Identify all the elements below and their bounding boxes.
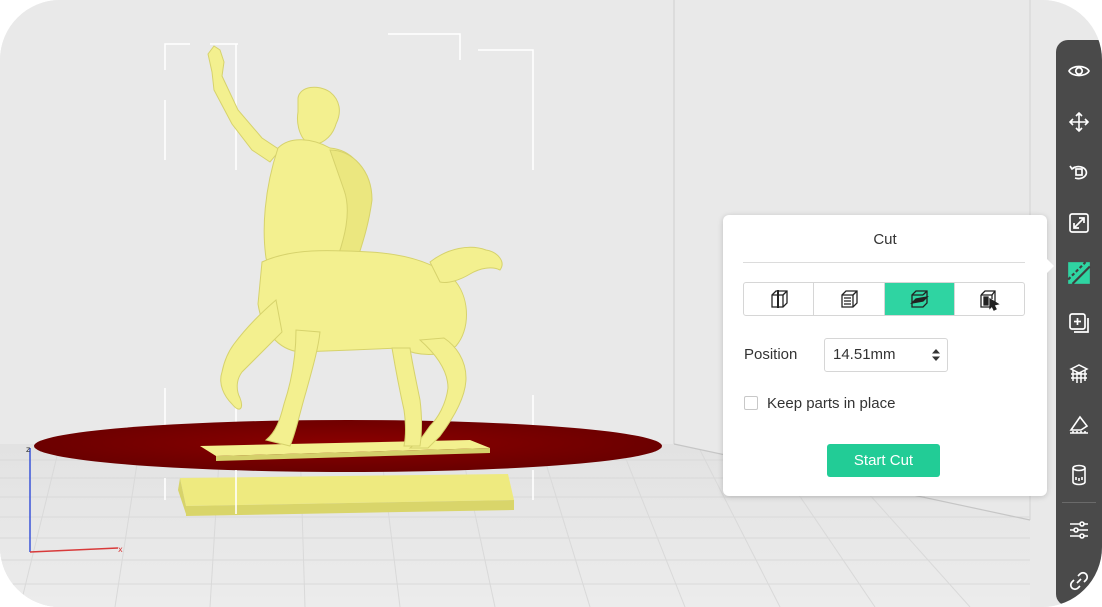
settings-button[interactable]	[1056, 505, 1102, 555]
move-icon	[1068, 111, 1090, 132]
cylinder-icon	[1072, 464, 1086, 486]
app-window: z x Cut Position 14.51mm Keep parts in p…	[0, 0, 1102, 607]
cut-button[interactable]	[1056, 248, 1102, 298]
cut-mode-horizontal-button[interactable]	[814, 283, 885, 315]
panel-title: Cut	[873, 231, 897, 248]
keep-parts-checkbox[interactable]	[744, 396, 758, 410]
scale-button[interactable]	[1056, 197, 1102, 247]
cut-plane-pointer-icon	[980, 290, 1001, 311]
rotate-icon	[1069, 165, 1088, 180]
rotate-button[interactable]	[1056, 147, 1102, 197]
position-label: Position	[744, 346, 798, 363]
cut-mode-pointer-button[interactable]	[955, 283, 1024, 315]
link-button[interactable]	[1056, 556, 1102, 606]
scale-icon	[1069, 212, 1089, 233]
move-button[interactable]	[1056, 96, 1102, 146]
supports-button[interactable]	[1056, 349, 1102, 399]
model-base	[178, 474, 514, 516]
cut-plane-vertical-icon	[770, 290, 788, 308]
start-cut-button[interactable]: Start Cut	[827, 444, 940, 477]
cut-panel: Cut Position 14.51mm Keep parts in place	[723, 215, 1054, 496]
supports-icon	[1069, 364, 1089, 383]
view-button[interactable]	[1056, 46, 1102, 96]
panel-divider	[743, 262, 1025, 263]
link-icon	[1069, 571, 1089, 590]
cut-icon	[1067, 261, 1091, 285]
duplicate-icon	[1069, 313, 1089, 334]
axis-x-label: x	[118, 545, 123, 554]
duplicate-button[interactable]	[1056, 298, 1102, 348]
eye-icon	[1068, 65, 1090, 77]
cut-plane-horizontal-icon	[841, 290, 858, 308]
measure-button[interactable]	[1056, 399, 1102, 449]
cut-plane-tilted-icon	[910, 290, 930, 308]
toolbar-separator	[1062, 502, 1096, 504]
cut-mode-group	[743, 282, 1025, 316]
settings-sliders-icon	[1070, 521, 1088, 540]
position-input[interactable]: 14.51mm	[824, 338, 948, 372]
keep-parts-row: Keep parts in place	[744, 393, 895, 413]
hollow-button[interactable]	[1056, 450, 1102, 500]
cut-mode-vertical-button[interactable]	[744, 283, 815, 315]
keep-parts-label: Keep parts in place	[767, 394, 896, 412]
right-toolbar	[1056, 40, 1102, 606]
position-value: 14.51mm	[833, 346, 896, 363]
cut-mode-tilted-button[interactable]	[884, 283, 955, 315]
measure-icon	[1069, 416, 1089, 435]
spinner-arrows-icon[interactable]	[931, 348, 941, 362]
axis-z-label: z	[26, 445, 30, 454]
